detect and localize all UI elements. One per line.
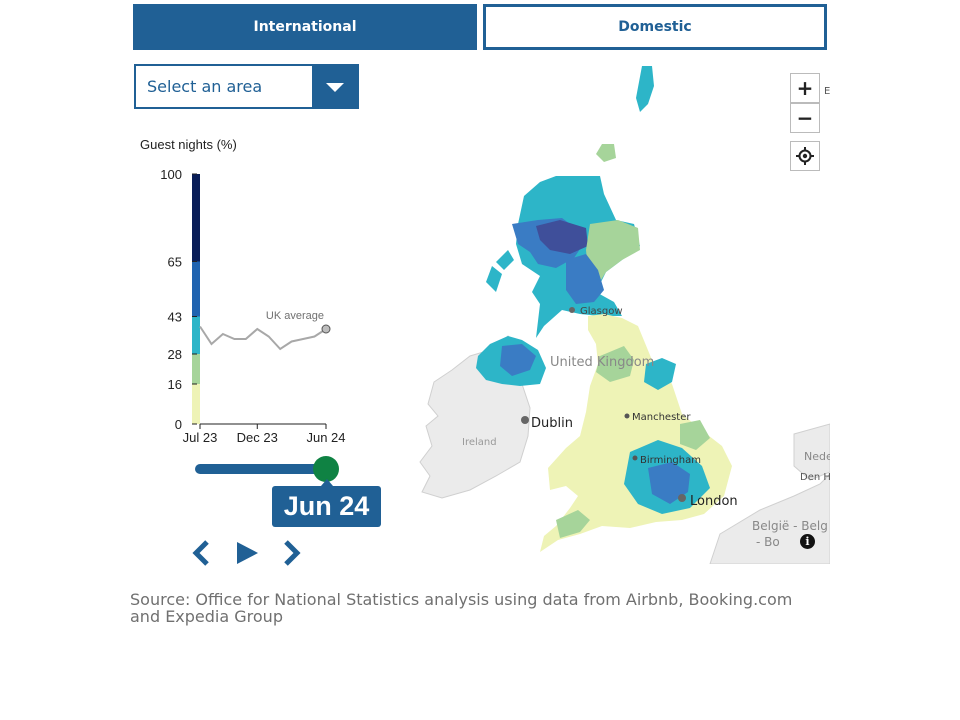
next-button[interactable] bbox=[276, 538, 306, 568]
legend-band bbox=[192, 174, 200, 262]
birmingham-label: Birmingham bbox=[640, 455, 701, 466]
chevron-down-icon[interactable] bbox=[312, 66, 357, 107]
london-label: London bbox=[690, 494, 738, 509]
y-tick-label: 28 bbox=[168, 347, 182, 362]
y-tick-label: 65 bbox=[168, 255, 182, 270]
tab-international[interactable]: International bbox=[133, 4, 477, 50]
y-axis-label: Guest nights (%) bbox=[140, 137, 237, 152]
manchester-label: Manchester bbox=[632, 412, 691, 423]
legend-band bbox=[192, 354, 200, 384]
info-icon[interactable]: i bbox=[800, 534, 815, 549]
guest-nights-chart: Guest nights (%) 100 65 43 28 16 0 Jul 23 Dec … bbox=[140, 137, 346, 445]
x-tick-label: Jun 24 bbox=[306, 430, 345, 445]
plus-icon: + bbox=[796, 76, 814, 100]
y-tick-label: 16 bbox=[168, 377, 182, 392]
x-tick-label: Dec 23 bbox=[237, 430, 278, 445]
previous-button[interactable] bbox=[187, 538, 217, 568]
uk-label: United Kingdom bbox=[550, 355, 654, 370]
play-button[interactable] bbox=[232, 538, 262, 568]
chevron-right-icon bbox=[284, 540, 301, 566]
play-icon bbox=[237, 542, 258, 564]
series-label: UK average bbox=[266, 310, 324, 322]
minus-icon: − bbox=[796, 106, 814, 130]
dublin-label: Dublin bbox=[531, 416, 573, 431]
belgie-label-2: - Bo bbox=[756, 535, 780, 549]
netherlands-label: Nede bbox=[804, 450, 830, 463]
ireland-label: Ireland bbox=[462, 437, 497, 448]
locate-button[interactable] bbox=[790, 141, 820, 171]
legend-band bbox=[192, 384, 200, 424]
den-haag-label: Den Ha bbox=[800, 472, 830, 483]
y-tick-label: 0 bbox=[175, 417, 182, 432]
zoom-in-button[interactable]: + bbox=[790, 73, 820, 103]
current-date-label: Jun 24 bbox=[272, 479, 381, 527]
zoom-out-button[interactable]: − bbox=[790, 103, 820, 133]
series-line bbox=[199, 325, 327, 351]
legend-band bbox=[192, 261, 200, 317]
corner-label: E bbox=[824, 86, 830, 97]
y-tick-label: 43 bbox=[168, 310, 182, 325]
x-tick-label: Jul 23 bbox=[183, 430, 218, 445]
tab-domestic[interactable]: Domestic bbox=[483, 4, 827, 50]
chevron-left-icon bbox=[192, 540, 209, 566]
timeline-slider-track[interactable] bbox=[195, 464, 327, 474]
series-end-point bbox=[321, 324, 331, 334]
map[interactable]: United Kingdom Glasgow Manchester Birmin… bbox=[390, 64, 837, 565]
source-note: Source: Office for National Statistics a… bbox=[130, 590, 793, 626]
crosshair-icon bbox=[796, 147, 814, 165]
y-tick-label: 100 bbox=[160, 167, 182, 182]
belgie-label: België - Belg bbox=[752, 519, 828, 533]
legend-band bbox=[192, 316, 200, 354]
glasgow-label: Glasgow bbox=[580, 306, 623, 317]
area-select-value: Select an area bbox=[147, 77, 263, 96]
area-select[interactable]: Select an area bbox=[134, 64, 359, 109]
